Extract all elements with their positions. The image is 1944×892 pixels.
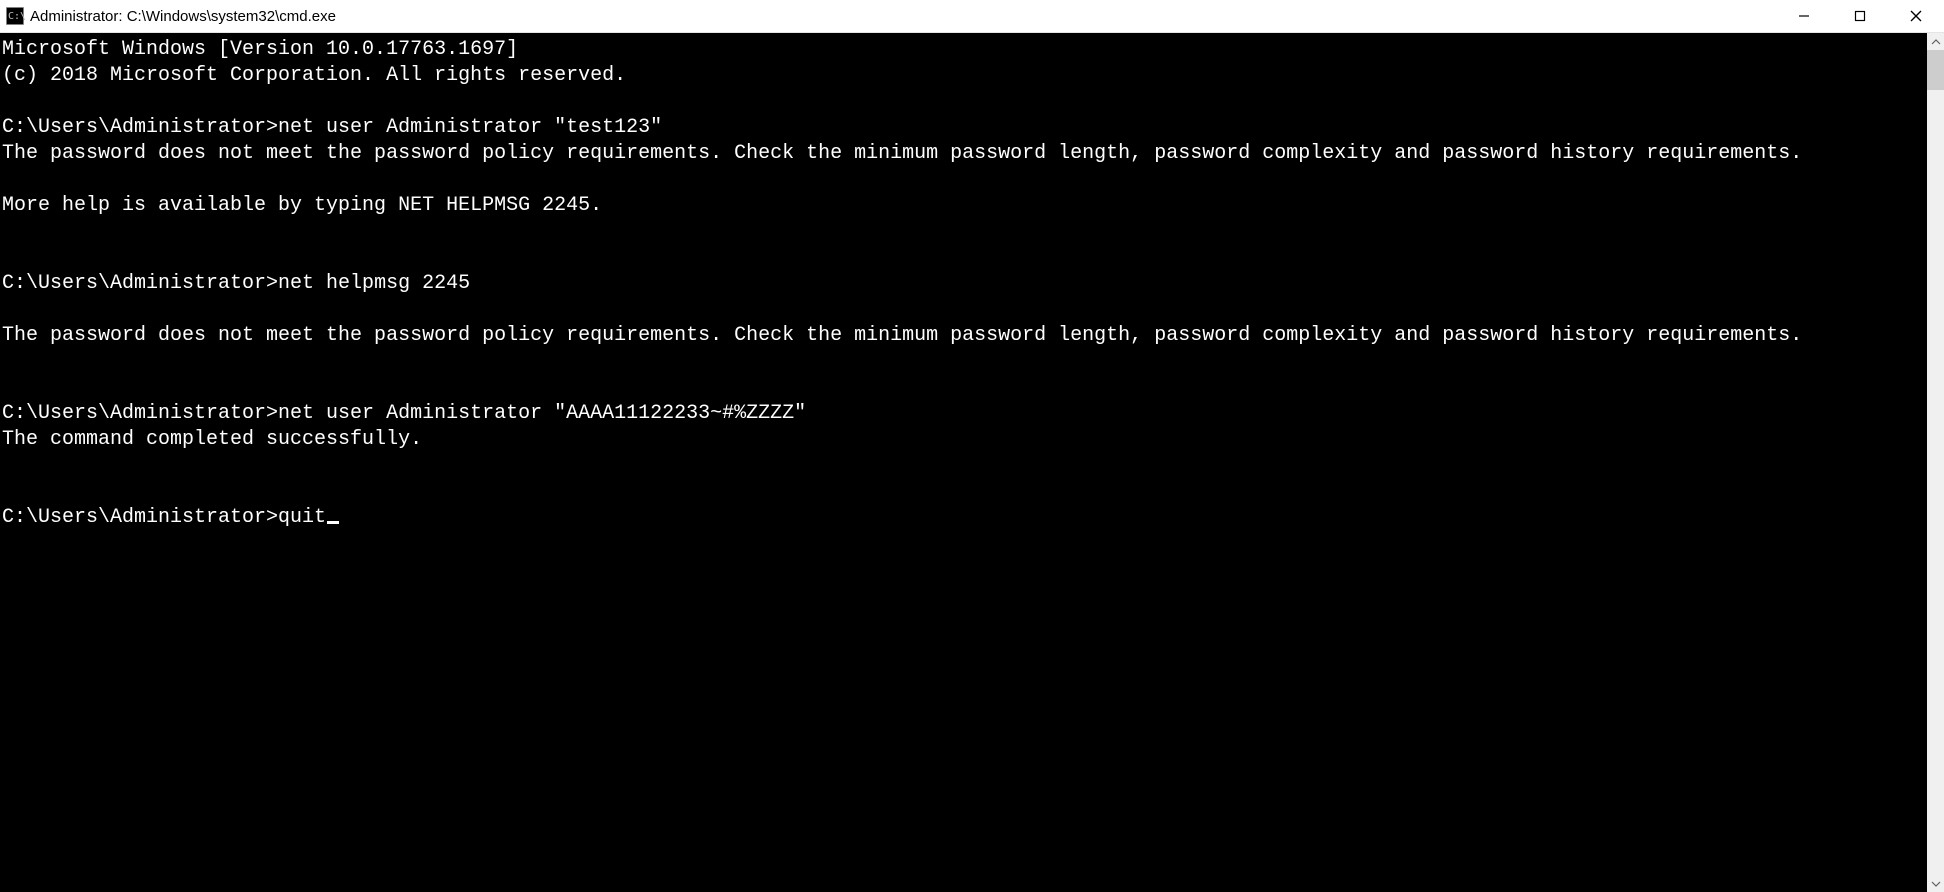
prompt: C:\Users\Administrator> <box>2 402 278 425</box>
scroll-up-button[interactable] <box>1927 33 1944 50</box>
prompt: C:\Users\Administrator> <box>2 272 278 295</box>
prompt: C:\Users\Administrator> <box>2 506 278 529</box>
titlebar-left: C:\ Administrator: C:\Windows\system32\c… <box>6 7 336 25</box>
maximize-button[interactable] <box>1832 0 1888 32</box>
command-output: The command completed successfully. <box>2 428 422 451</box>
close-icon <box>1910 10 1922 22</box>
scroll-track[interactable] <box>1927 50 1944 875</box>
scroll-down-button[interactable] <box>1927 875 1944 892</box>
chevron-down-icon <box>1931 879 1941 889</box>
terminal-output[interactable]: Microsoft Windows [Version 10.0.17763.16… <box>0 33 1927 892</box>
command: net helpmsg 2245 <box>278 272 470 295</box>
vertical-scrollbar[interactable] <box>1927 33 1944 892</box>
current-input[interactable]: quit <box>278 506 326 529</box>
minimize-button[interactable] <box>1776 0 1832 32</box>
command: net user Administrator "test123" <box>278 116 662 139</box>
command-output: The password does not meet the password … <box>2 142 1802 217</box>
prompt: C:\Users\Administrator> <box>2 116 278 139</box>
banner-line: (c) 2018 Microsoft Corporation. All righ… <box>2 64 626 87</box>
command: net user Administrator "AAAA11122233~#%Z… <box>278 402 806 425</box>
command-output: The password does not meet the password … <box>2 324 1802 347</box>
titlebar[interactable]: C:\ Administrator: C:\Windows\system32\c… <box>0 0 1944 33</box>
maximize-icon <box>1854 10 1866 22</box>
minimize-icon <box>1798 10 1810 22</box>
scroll-thumb[interactable] <box>1927 50 1944 90</box>
cmd-window: C:\ Administrator: C:\Windows\system32\c… <box>0 0 1944 892</box>
window-title: Administrator: C:\Windows\system32\cmd.e… <box>30 8 336 25</box>
text-cursor <box>327 521 339 524</box>
chevron-up-icon <box>1931 37 1941 47</box>
client-area: Microsoft Windows [Version 10.0.17763.16… <box>0 33 1944 892</box>
window-controls <box>1776 0 1944 32</box>
close-button[interactable] <box>1888 0 1944 32</box>
banner-line: Microsoft Windows [Version 10.0.17763.16… <box>2 38 518 61</box>
cmd-icon: C:\ <box>6 7 24 25</box>
